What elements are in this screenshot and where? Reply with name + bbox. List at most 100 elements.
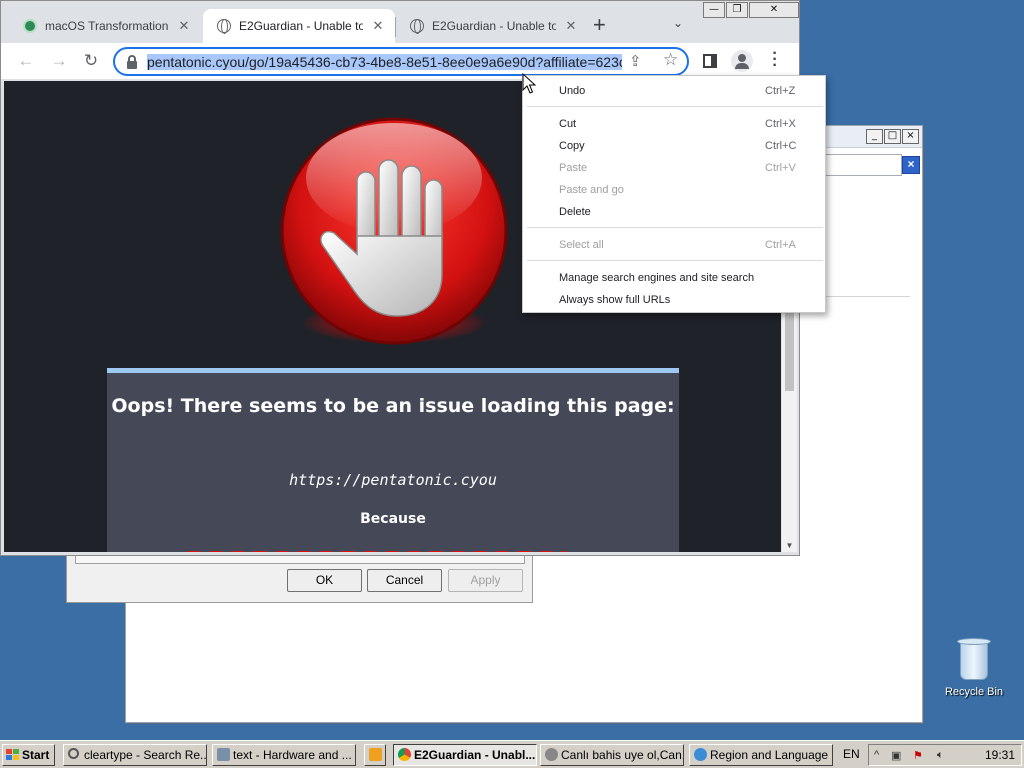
tab-e2guardian[interactable]: E2Guardian - Unable to lo ✕ — [396, 9, 588, 43]
bg-maximize-button[interactable]: □ — [884, 129, 901, 144]
globe-icon — [545, 748, 558, 761]
profile-avatar-icon[interactable] — [731, 50, 753, 72]
close-icon[interactable]: ✕ — [564, 18, 578, 34]
menu-separator — [527, 106, 823, 107]
menu-item-shortcut: Ctrl+V — [765, 162, 796, 174]
globe-icon — [410, 19, 424, 34]
taskbar-item-label: cleartype - Search Re... — [84, 748, 207, 762]
reason-text-cropped — [187, 551, 567, 552]
region-globe-icon — [694, 748, 707, 761]
tray-expand-icon[interactable]: ^ — [874, 749, 879, 761]
search-icon — [68, 748, 79, 759]
menu-item-label: Paste — [559, 162, 588, 174]
menu-item-paste[interactable]: Paste Ctrl+V — [523, 158, 825, 178]
blocked-url: https://pentatonic.cyou — [289, 471, 497, 489]
windows-logo-icon — [6, 749, 19, 761]
restore-button[interactable]: ❐ — [726, 2, 748, 18]
mouse-cursor-icon — [522, 73, 536, 94]
network-icon[interactable]: ▣ — [891, 749, 901, 762]
green-shield-icon — [23, 19, 37, 33]
menu-item-paste-and-go[interactable]: Paste and go — [523, 180, 825, 200]
system-tray: ^ ▣ ⚑ 🔈︎ 19:31 — [868, 744, 1022, 766]
address-input[interactable]: pentatonic.cyou/go/19a45436-cb73-4be8-8e… — [147, 53, 622, 71]
side-panel-icon[interactable] — [703, 54, 717, 68]
taskbar-item-e2guardian[interactable]: E2Guardian - Unabl... — [393, 744, 537, 766]
menu-kebab-icon[interactable]: · · · — [769, 46, 781, 74]
menu-item-undo[interactable]: Undo Ctrl+Z — [523, 81, 825, 101]
recycle-bin-icon — [957, 636, 991, 682]
menu-item-label: Cut — [559, 118, 577, 130]
menu-item-label: Delete — [559, 206, 591, 218]
ok-button[interactable]: OK — [287, 569, 362, 592]
scroll-down-arrow-icon[interactable]: ▼ — [785, 541, 794, 550]
tab-macos-transformation[interactable]: macOS Transformation Pa ✕ — [9, 9, 201, 43]
menu-separator — [527, 260, 823, 261]
taskbar-item-label: text - Hardware and ... — [233, 748, 352, 762]
menu-separator — [527, 227, 823, 228]
menu-item-select-all[interactable]: Select all Ctrl+A — [523, 235, 825, 255]
taskbar-item-label: Region and Language — [710, 748, 829, 762]
bg-search-clear-button[interactable]: × — [902, 156, 920, 174]
tab-strip: macOS Transformation Pa ✕ E2Guardian - U… — [1, 1, 799, 43]
menu-item-label: Select all — [559, 239, 604, 251]
forward-button[interactable]: → — [46, 49, 72, 73]
recycle-bin[interactable]: Recycle Bin — [940, 636, 1008, 698]
menu-item-label: Always show full URLs — [559, 294, 671, 306]
address-url-selected: pentatonic.cyou/go/19a45436-cb73-4be8-8e… — [147, 54, 622, 70]
tab-title: E2Guardian - Unable to lo — [432, 19, 556, 33]
chrome-icon — [398, 748, 411, 761]
media-player-icon — [369, 748, 382, 761]
context-menu: Undo Ctrl+Z Cut Ctrl+X Copy Ctrl+C Paste… — [522, 75, 826, 313]
menu-item-manage-search-engines[interactable]: Manage search engines and site search — [523, 268, 825, 288]
close-icon[interactable]: ✕ — [371, 18, 385, 34]
globe-icon — [217, 19, 231, 34]
lock-icon[interactable] — [125, 54, 139, 70]
menu-item-label: Manage search engines and site search — [559, 272, 755, 284]
because-label: Because — [360, 511, 426, 527]
error-heading: Oops! There seems to be an issue loading… — [111, 395, 675, 417]
share-icon[interactable]: ⇪ — [629, 52, 642, 70]
browser-toolbar: ← → ↻ pentatonic.cyou/go/19a45436-cb73-4… — [1, 43, 799, 79]
clock[interactable]: 19:31 — [985, 748, 1015, 762]
address-bar[interactable]: pentatonic.cyou/go/19a45436-cb73-4be8-8e… — [113, 47, 689, 76]
close-icon[interactable]: ✕ — [177, 18, 191, 34]
bg-close-button[interactable]: × — [902, 129, 919, 144]
menu-item-cut[interactable]: Cut Ctrl+X — [523, 114, 825, 134]
menu-item-shortcut: Ctrl+C — [765, 140, 797, 152]
menu-item-shortcut: Ctrl+Z — [765, 85, 796, 97]
menu-item-delete[interactable]: Delete — [523, 202, 825, 222]
start-button[interactable]: Start — [2, 744, 55, 766]
taskbar-item-hardware[interactable]: text - Hardware and ... — [212, 744, 356, 766]
cancel-button[interactable]: Cancel — [367, 569, 442, 592]
menu-item-shortcut: Ctrl+X — [765, 118, 796, 130]
taskbar-item-label: E2Guardian - Unabl... — [414, 748, 536, 762]
bookmark-star-icon[interactable]: ☆ — [663, 50, 678, 70]
tab-title: macOS Transformation Pa — [45, 19, 169, 33]
control-panel-icon — [217, 748, 230, 761]
menu-item-label: Copy — [559, 140, 585, 152]
action-center-icon[interactable]: ⚑ — [913, 749, 923, 762]
apply-button[interactable]: Apply — [448, 569, 523, 592]
menu-item-copy[interactable]: Copy Ctrl+C — [523, 136, 825, 156]
close-window-button[interactable]: ✕ — [749, 2, 799, 18]
language-indicator[interactable]: EN — [843, 747, 860, 761]
menu-item-always-show-full-urls[interactable]: Always show full URLs — [523, 290, 825, 310]
menu-item-shortcut: Ctrl+A — [765, 239, 796, 251]
taskbar-item-label: Canlı bahis uye ol,Can... — [561, 748, 684, 762]
start-label: Start — [22, 748, 50, 762]
taskbar-item-search[interactable]: cleartype - Search Re... — [63, 744, 207, 766]
tab-title: E2Guardian - Unable to lo — [239, 19, 363, 33]
reload-button[interactable]: ↻ — [78, 49, 104, 73]
new-tab-button[interactable]: + — [593, 13, 606, 37]
error-panel: Oops! There seems to be an issue loading… — [107, 368, 679, 552]
recycle-bin-label: Recycle Bin — [944, 686, 1004, 698]
back-button[interactable]: ← — [13, 49, 39, 73]
taskbar-item-region-language[interactable]: Region and Language — [689, 744, 833, 766]
bg-minimize-button[interactable]: _ — [866, 129, 883, 144]
tab-search-button[interactable]: ⌄ — [673, 16, 683, 30]
volume-icon[interactable]: 🔈︎ — [937, 749, 944, 762]
taskbar-item-canli-bahis[interactable]: Canlı bahis uye ol,Can... — [540, 744, 684, 766]
tab-e2guardian-active[interactable]: E2Guardian - Unable to lo ✕ — [203, 9, 395, 43]
minimize-button[interactable]: — — [703, 2, 725, 18]
taskbar-item-media[interactable] — [364, 744, 386, 766]
